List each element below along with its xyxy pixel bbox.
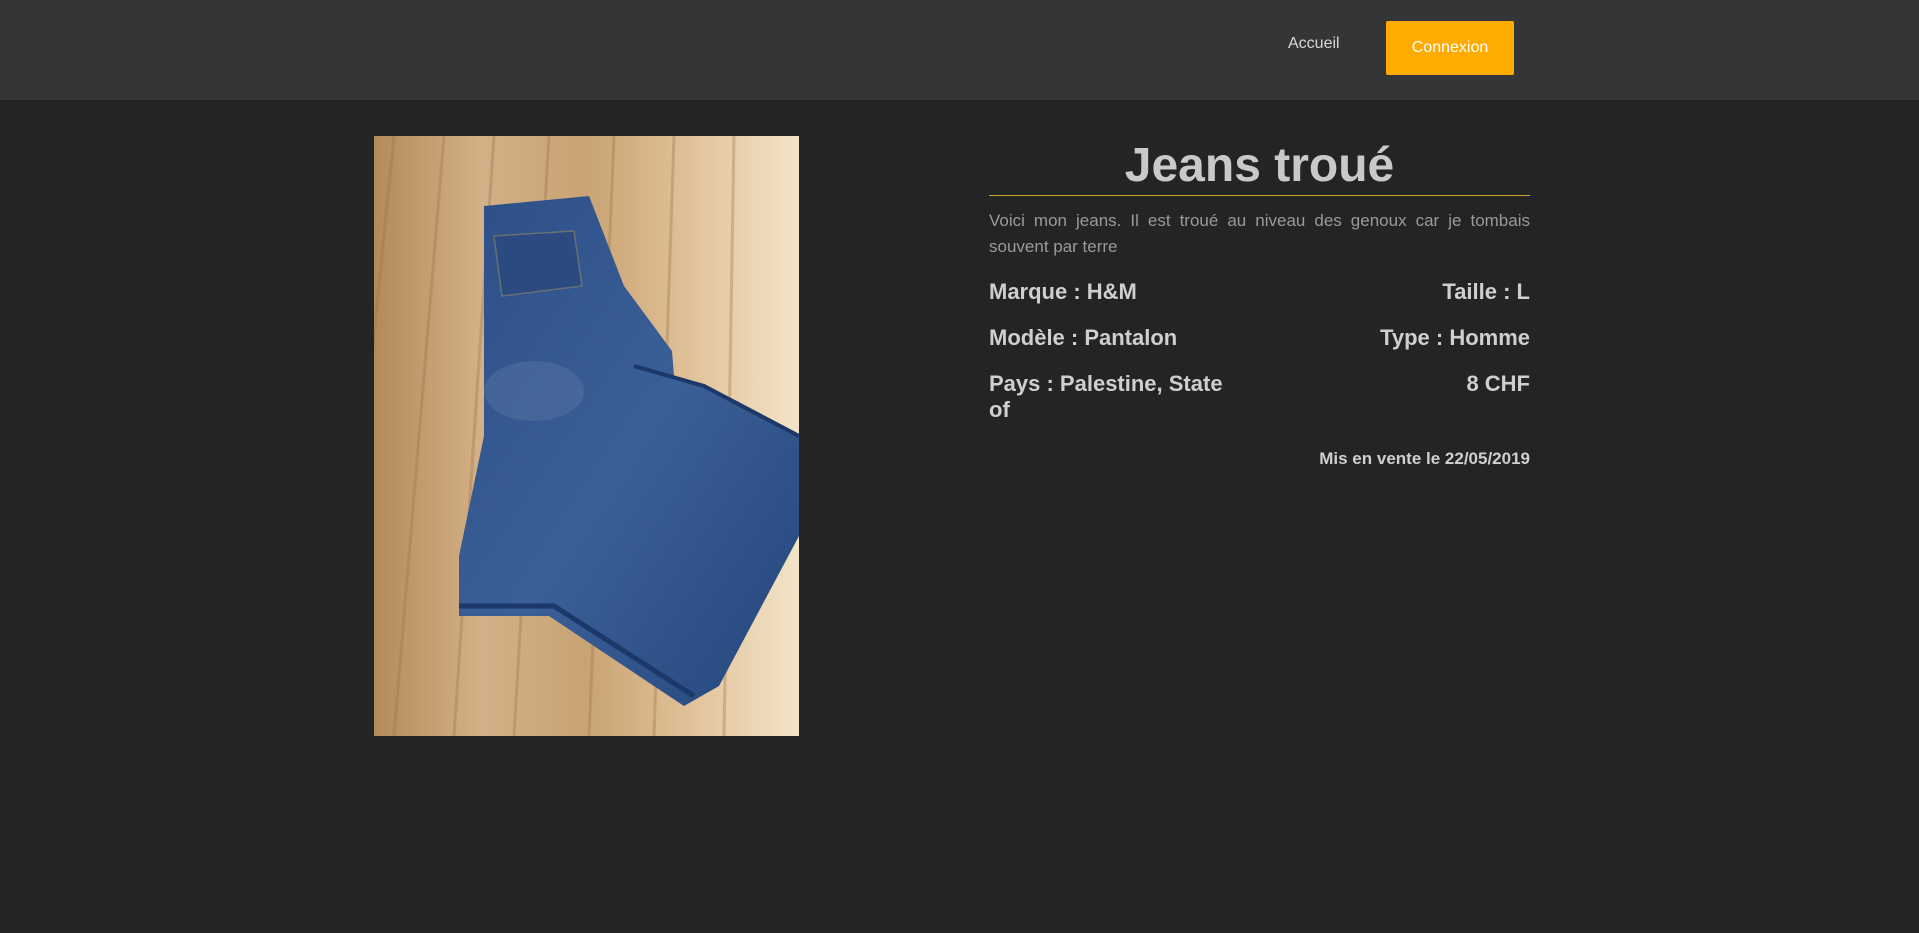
- attr-country: Pays : Palestine, State of: [989, 370, 1223, 422]
- attr-type: Type : Homme: [1380, 324, 1530, 350]
- attr-model: Modèle : Pantalon: [989, 324, 1178, 350]
- posted-date: Mis en vente le 22/05/2019: [1319, 448, 1530, 468]
- product-image: [374, 136, 799, 736]
- product-attributes: Marque : H&M Taille : L Modèle : Pantalo…: [989, 279, 1530, 423]
- nav-link-home[interactable]: Accueil: [1288, 35, 1340, 53]
- login-button[interactable]: Connexion: [1386, 21, 1514, 75]
- attr-brand: Marque : H&M: [989, 278, 1137, 304]
- top-navbar: Accueil Connexion: [0, 0, 1919, 100]
- product-title: Jeans troué: [989, 139, 1530, 196]
- product-price: 8 CHF: [1466, 370, 1530, 396]
- attr-size: Taille : L: [1442, 278, 1530, 304]
- product-description: Voici mon jeans. Il est troué au niveau …: [989, 210, 1530, 256]
- product-details: Jeans troué Voici mon jeans. Il est trou…: [989, 139, 1530, 469]
